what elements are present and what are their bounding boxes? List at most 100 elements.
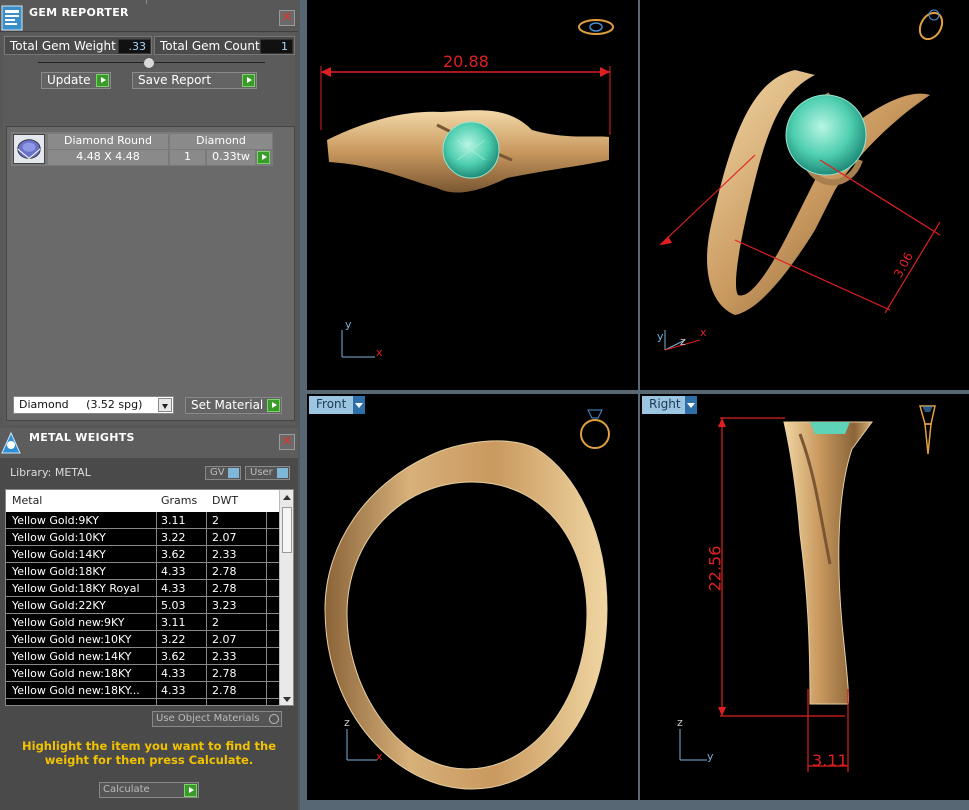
metal-cell-metal: Yellow Gold:10KY: [12, 531, 106, 544]
axis-z-label: z: [677, 716, 683, 729]
metal-cell-metal: Yellow Gold:18KY: [12, 565, 106, 578]
title-divider: [146, 0, 147, 4]
metal-cell-grams: 3.22: [161, 633, 186, 646]
metal-cell-grams: 5.03: [161, 599, 186, 612]
total-gem-weight-box: Total Gem Weight .33: [4, 36, 152, 55]
use-object-materials-toggle[interactable]: Use Object Materials: [152, 711, 282, 727]
metal-cell-metal: Yellow Gold new:14KY: [12, 650, 132, 663]
column-header-metal[interactable]: Metal: [12, 494, 42, 507]
radio-icon: [269, 714, 279, 724]
band-width-dimension: 3.11: [812, 751, 848, 770]
material-select-value: Diamond (3.52 spg): [19, 398, 143, 411]
gem-reporter-icon: [1, 5, 23, 31]
viewport-top-left[interactable]: 20.88 y x: [307, 0, 638, 390]
column-divider: [156, 512, 157, 705]
toggle-indicator: [228, 468, 239, 478]
ring-preview-icon: [919, 405, 936, 455]
save-report-button[interactable]: Save Report: [132, 72, 257, 89]
metal-weights-title: METAL WEIGHTS: [29, 431, 135, 444]
dropdown-arrow-icon: [685, 396, 697, 414]
table-row[interactable]: Yellow Gold new:14KY 3.62 2.33: [6, 648, 281, 665]
ring-preview-icon: [918, 9, 944, 41]
gem-list-item[interactable]: Diamond Round Diamond 4.48 X 4.48 1 0.33…: [11, 132, 273, 166]
metal-cell-metal: Yellow Gold new:18KY: [12, 667, 132, 680]
table-row[interactable]: Yellow Gold new:18KY 4.33 2.78: [6, 665, 281, 682]
table-row[interactable]: Yellow Gold:10KY 3.22 2.07: [6, 529, 281, 546]
splitter-knob[interactable]: [143, 57, 155, 69]
metal-table-scrollbar[interactable]: [279, 490, 293, 705]
close-icon[interactable]: ✕: [279, 434, 295, 450]
metal-cell-metal: Yellow Gold new:18KY...: [12, 684, 140, 697]
metal-cell-dwt: 2.33: [212, 548, 237, 561]
library-label: Library: METAL: [10, 466, 91, 479]
metal-table: Metal Grams DWT Yellow Gold:9KY 3.11 2 Yell…: [5, 489, 294, 706]
toggle-indicator: [277, 468, 288, 478]
table-row[interactable]: Yellow Gold:14KY 3.62 2.33: [6, 546, 281, 563]
table-row[interactable]: Yellow Gold new:10KY 3.22 2.07: [6, 631, 281, 648]
metal-cell-grams: 4.33: [161, 582, 186, 595]
scroll-down-icon[interactable]: [283, 697, 291, 702]
table-row[interactable]: Yellow Gold:22KY 5.03 3.23: [6, 597, 281, 614]
ring-render: [679, 405, 936, 772]
metal-cell-grams: 3.11: [161, 616, 186, 629]
total-gem-count-box: Total Gem Count 1: [154, 36, 295, 55]
column-header-grams[interactable]: Grams: [161, 494, 197, 507]
ring-preview-icon: [578, 19, 614, 35]
scroll-up-icon[interactable]: [283, 495, 291, 500]
metal-cell-grams: 4.33: [161, 565, 186, 578]
viewport-front[interactable]: Front z x: [307, 394, 638, 800]
axis-x-label: x: [376, 346, 383, 359]
metal-cell-grams: 3.11: [161, 514, 186, 527]
close-icon[interactable]: ✕: [279, 10, 295, 26]
axis-y-label: y: [707, 750, 714, 763]
diamond-round-icon: [13, 134, 45, 164]
total-gem-weight-label: Total Gem Weight: [10, 39, 116, 53]
gem-list: Diamond Round Diamond 4.48 X 4.48 1 0.33…: [6, 126, 295, 421]
viewport-right[interactable]: Right 22.56 3.11 z y: [640, 394, 969, 800]
row-divider: [6, 698, 281, 699]
metal-cell-grams: 4.33: [161, 684, 186, 697]
right-view-tab[interactable]: Right: [642, 396, 697, 414]
metal-cell-metal: Yellow Gold new:9KY: [12, 616, 125, 629]
play-arrow-icon[interactable]: [257, 151, 270, 164]
gem-size: 4.48 X 4.48: [48, 150, 168, 165]
table-row[interactable]: Yellow Gold:18KY 4.33 2.78: [6, 563, 281, 580]
axis-z-label: z: [680, 335, 686, 348]
set-material-label: Set Material: [191, 398, 264, 412]
metal-weights-titlebar: METAL WEIGHTS ✕: [0, 428, 298, 458]
metal-cell-metal: Yellow Gold:14KY: [12, 548, 106, 561]
gv-toggle[interactable]: GV: [205, 466, 241, 480]
table-row[interactable]: Yellow Gold:18KY Royal 4.33 2.78: [6, 580, 281, 597]
table-row[interactable]: Yellow Gold new:18KY... 4.33 2.78: [6, 682, 281, 699]
gem-count: 1: [170, 150, 205, 165]
metal-cell-metal: Yellow Gold:18KY Royal: [12, 582, 140, 595]
set-material-button[interactable]: Set Material: [185, 397, 282, 414]
play-arrow-icon: [96, 74, 109, 87]
update-button[interactable]: Update: [41, 72, 111, 89]
gem-reporter-title: GEM REPORTER: [29, 6, 129, 19]
table-row[interactable]: Yellow Gold:9KY 3.11 2: [6, 512, 281, 529]
axis-y-label: y: [657, 330, 664, 343]
ring-preview-icon: [580, 409, 610, 449]
axis-z-label: z: [344, 716, 350, 729]
total-gem-count-value: 1: [260, 39, 293, 54]
viewport-top-right[interactable]: 3.06 y z x: [640, 0, 969, 390]
metal-cell-grams: 3.62: [161, 650, 186, 663]
user-toggle[interactable]: User: [245, 466, 290, 480]
material-select[interactable]: Diamond (3.52 spg): [13, 396, 174, 414]
metal-cell-dwt: 2.78: [212, 667, 237, 680]
scrollbar-thumb[interactable]: [282, 507, 292, 553]
metal-weights-icon: [1, 431, 21, 454]
calculate-label: Calculate: [103, 784, 150, 795]
calculate-button[interactable]: Calculate: [99, 782, 199, 798]
axis-x-label: x: [376, 750, 383, 763]
user-label: User: [250, 467, 273, 478]
dropdown-arrow-icon: [158, 398, 172, 412]
column-header-dwt[interactable]: DWT: [212, 494, 238, 507]
total-gem-count-label: Total Gem Count: [160, 39, 260, 53]
table-row[interactable]: Yellow Gold new:9KY 3.11 2: [6, 614, 281, 631]
column-divider: [266, 512, 267, 705]
front-view-tab[interactable]: Front: [309, 396, 365, 414]
total-gem-weight-value: .33: [118, 39, 151, 54]
left-panel: GEM REPORTER ✕ Total Gem Weight .33 Tota…: [0, 0, 300, 810]
